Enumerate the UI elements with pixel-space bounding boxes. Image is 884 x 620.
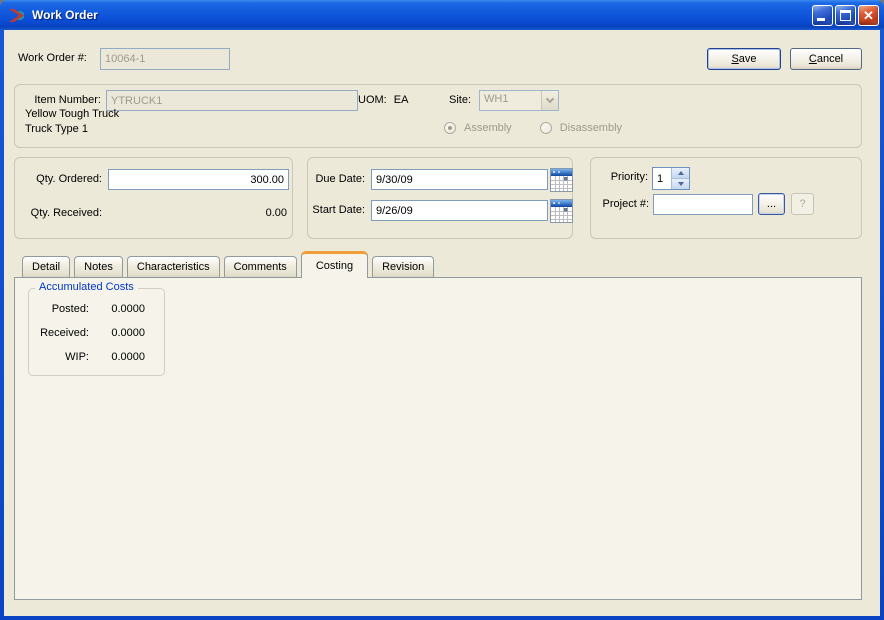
- tab-characteristics[interactable]: Characteristics: [127, 256, 220, 277]
- spinner-buttons: [671, 168, 689, 189]
- dates-panel: Due Date: Start Date:: [307, 157, 573, 239]
- tab-notes[interactable]: Notes: [74, 256, 123, 277]
- close-button[interactable]: ✕: [858, 5, 879, 26]
- qty-received-label: Qty. Received:: [18, 203, 102, 224]
- spin-up-button[interactable]: [672, 168, 689, 178]
- site-value: WH1: [480, 91, 541, 110]
- cost-row-posted: Posted: 0.0000: [31, 302, 162, 316]
- cancel-button[interactable]: Cancel: [790, 48, 862, 70]
- qty-ordered-field[interactable]: [108, 169, 289, 190]
- disassembly-radio: [540, 122, 552, 134]
- quantity-panel: Qty. Ordered: Qty. Received: 0.00: [14, 157, 293, 239]
- minimize-button[interactable]: [812, 5, 833, 26]
- wip-value: 0.0000: [89, 350, 145, 364]
- project-browse-button[interactable]: ...: [758, 193, 785, 215]
- start-date-field[interactable]: [371, 200, 548, 221]
- save-button[interactable]: Save: [707, 48, 781, 70]
- tab-comments[interactable]: Comments: [224, 256, 297, 277]
- tab-bar: Detail Notes Characteristics Comments Co…: [14, 251, 438, 277]
- received-value: 0.0000: [89, 326, 145, 340]
- item-description-line2: Truck Type 1: [25, 122, 88, 137]
- triangle-up-icon: [678, 171, 684, 175]
- triangle-down-icon: [678, 182, 684, 186]
- combo-dropdown-button: [541, 91, 558, 110]
- app-icon: [8, 7, 26, 23]
- window-controls: ✕: [812, 5, 879, 26]
- item-panel: Item Number: UOM:EA Site: WH1 Yellow Tou…: [14, 84, 862, 148]
- posted-value: 0.0000: [89, 302, 145, 316]
- qty-ordered-label: Qty. Ordered:: [18, 169, 102, 190]
- start-date-label: Start Date:: [312, 200, 365, 221]
- work-order-window: Work Order ✕ Work Order #: Save Cancel I…: [0, 0, 884, 620]
- due-date-label: Due Date:: [312, 169, 365, 190]
- site-combobox: WH1: [479, 90, 559, 111]
- posted-label: Posted:: [31, 302, 89, 316]
- mode-radio-group: Assembly Disassembly: [444, 122, 650, 134]
- received-label: Received:: [31, 326, 89, 340]
- priority-panel: Priority: Project #: ... ?: [590, 157, 862, 239]
- close-icon: ✕: [859, 6, 878, 25]
- priority-label: Priority:: [599, 167, 648, 188]
- due-date-calendar-button[interactable]: [550, 168, 573, 192]
- uom-value: EA: [394, 94, 409, 106]
- maximize-icon: [840, 10, 851, 21]
- assembly-radio: [444, 122, 456, 134]
- tab-costing[interactable]: Costing: [301, 251, 368, 278]
- titlebar[interactable]: Work Order ✕: [0, 0, 884, 30]
- maximize-button[interactable]: [835, 5, 856, 26]
- project-number-field[interactable]: [653, 194, 753, 215]
- client-area: Work Order #: Save Cancel Item Number: U…: [4, 30, 880, 616]
- spin-down-button[interactable]: [672, 178, 689, 189]
- cost-row-received: Received: 0.0000: [31, 326, 162, 340]
- work-order-number-field: [100, 48, 230, 70]
- project-help-button: ?: [791, 193, 814, 215]
- disassembly-label: Disassembly: [560, 122, 622, 134]
- assembly-label: Assembly: [464, 122, 512, 134]
- window-title: Work Order: [32, 8, 812, 22]
- item-description-line1: Yellow Tough Truck: [25, 107, 119, 122]
- wip-label: WIP:: [31, 350, 89, 364]
- calendar-icon: [550, 168, 573, 192]
- due-date-field[interactable]: [371, 169, 548, 190]
- minimize-icon: [817, 18, 825, 21]
- work-order-number-label: Work Order #:: [18, 48, 87, 69]
- priority-field[interactable]: [653, 168, 671, 189]
- project-number-label: Project #:: [597, 194, 649, 215]
- groupbox-title: Accumulated Costs: [35, 281, 138, 293]
- qty-received-value: 0.00: [165, 203, 287, 224]
- uom-group: UOM: EA: [358, 90, 415, 111]
- priority-spinner: [652, 167, 690, 190]
- uom-label: UOM:: [358, 94, 387, 106]
- calendar-icon: [550, 199, 573, 223]
- site-label: Site:: [449, 90, 471, 111]
- cost-row-wip: WIP: 0.0000: [31, 350, 162, 364]
- accumulated-costs-groupbox: Accumulated Costs Posted: 0.0000 Receive…: [28, 288, 165, 376]
- chevron-down-icon: [546, 95, 554, 103]
- tab-revision[interactable]: Revision: [372, 256, 434, 277]
- start-date-calendar-button[interactable]: [550, 199, 573, 223]
- costing-tab-content: Accumulated Costs Posted: 0.0000 Receive…: [14, 277, 862, 600]
- item-number-field: [106, 90, 358, 111]
- tab-detail[interactable]: Detail: [22, 256, 70, 277]
